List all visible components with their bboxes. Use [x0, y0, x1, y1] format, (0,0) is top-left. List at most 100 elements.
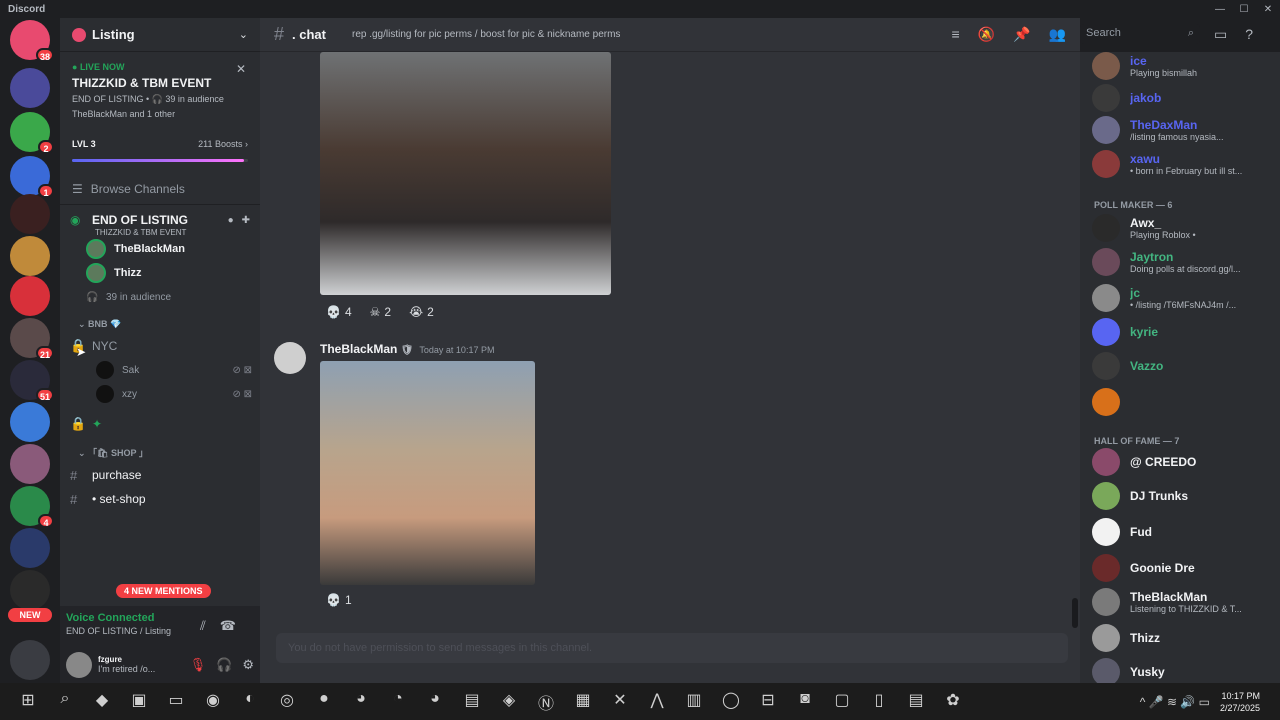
- gear-icon[interactable]: ⚙: [242, 657, 254, 673]
- taskbar-app-icon[interactable]: ◔: [386, 690, 410, 714]
- taskbar-app-icon[interactable]: ✿: [941, 690, 965, 714]
- member-list-icon[interactable]: 👥: [1049, 26, 1066, 43]
- server-icon[interactable]: 21: [10, 318, 54, 360]
- reaction[interactable]: 😭 2: [403, 303, 440, 321]
- new-mentions-badge[interactable]: 4 NEW MENTIONS: [116, 584, 211, 598]
- taskbar-app-icon[interactable]: ◆: [90, 690, 114, 714]
- server-icon[interactable]: [10, 236, 50, 276]
- taskbar-app-icon[interactable]: ⊞: [16, 690, 40, 714]
- taskbar-app-icon[interactable]: ◉: [201, 690, 225, 714]
- stage-speaker[interactable]: TheBlackMan: [86, 237, 260, 261]
- disconnect-icon[interactable]: ⫽☎: [200, 618, 250, 634]
- member-item[interactable]: TheDaxMan/listing famous nyasia...: [1092, 116, 1272, 144]
- server-icon[interactable]: 4: [10, 486, 54, 528]
- server-icon[interactable]: 38: [10, 20, 54, 62]
- chat-bubble-icon[interactable]: ●: [228, 215, 234, 226]
- taskbar-app-icon[interactable]: ◕: [349, 690, 373, 714]
- reaction[interactable]: 💀 1: [320, 591, 358, 609]
- scrollbar[interactable]: [1072, 598, 1078, 628]
- chevron-down-icon[interactable]: ⌄: [239, 28, 248, 41]
- taskbar-app-icon[interactable]: ▢: [830, 690, 854, 714]
- server-icon[interactable]: [10, 528, 50, 568]
- close-icon[interactable]: ✕: [236, 62, 246, 76]
- server-icon[interactable]: [10, 402, 50, 442]
- notification-bell-off-icon[interactable]: 🔕: [978, 26, 995, 43]
- live-event-banner[interactable]: ● LIVE NOW THIZZKID & TBM EVENT END OF L…: [60, 52, 260, 125]
- stage-speaker[interactable]: Thizz: [86, 261, 260, 285]
- member-item[interactable]: Jaytron Doing polls at discord.gg/l...: [1092, 248, 1272, 276]
- reaction[interactable]: ☠ 2: [364, 303, 397, 321]
- stage-channel[interactable]: ◉ END OF LISTING ● ✚ THIZZKID & TBM EVEN…: [60, 205, 260, 237]
- taskbar-app-icon[interactable]: ◙: [793, 690, 817, 714]
- server-icon[interactable]: [10, 194, 50, 234]
- voice-user[interactable]: Sak ⊘ ⊠: [96, 358, 260, 382]
- member-item[interactable]: Thizz: [1092, 624, 1272, 652]
- avatar[interactable]: [274, 342, 306, 374]
- member-item[interactable]: Goonie Dre: [1092, 554, 1272, 582]
- member-item[interactable]: jakob: [1092, 84, 1272, 112]
- member-item[interactable]: Vazzo: [1092, 352, 1272, 380]
- clock[interactable]: 10:17 PM 2/27/2025: [1220, 690, 1260, 714]
- taskbar-app-icon[interactable]: ▥: [682, 690, 706, 714]
- member-item[interactable]: TheBlackMan Listening to THIZZKID & T...: [1092, 588, 1272, 616]
- image-attachment[interactable]: [320, 52, 611, 295]
- taskbar-app-icon[interactable]: ▤: [460, 690, 484, 714]
- close-window-button[interactable]: ✕: [1256, 4, 1280, 15]
- taskbar-app-icon[interactable]: ▣: [127, 690, 151, 714]
- channel-set-shop[interactable]: # • set-shop: [60, 487, 260, 511]
- search-input[interactable]: Search ⌕: [1080, 24, 1200, 44]
- member-item[interactable]: [1092, 388, 1272, 416]
- member-item[interactable]: ice Playing bismillah: [1092, 52, 1272, 80]
- member-item[interactable]: @ CREEDO: [1092, 448, 1272, 476]
- taskbar-app-icon[interactable]: ◯: [719, 690, 743, 714]
- add-member-icon[interactable]: ✚: [242, 215, 250, 226]
- taskbar-app-icon[interactable]: ●: [312, 690, 336, 714]
- message-author[interactable]: TheBlackMan 🛡 Today at 10:17 PM: [320, 342, 494, 356]
- taskbar-app-icon[interactable]: ◕: [423, 690, 447, 714]
- browse-channels[interactable]: ☰ Browse Channels: [60, 170, 260, 205]
- pin-icon[interactable]: 📌: [1013, 26, 1030, 43]
- threads-icon[interactable]: ≡: [952, 26, 960, 43]
- taskbar-app-icon[interactable]: ⊟: [756, 690, 780, 714]
- reaction[interactable]: 💀 4: [320, 303, 358, 321]
- server-icon[interactable]: [10, 640, 50, 680]
- member-item[interactable]: Fud: [1092, 518, 1272, 546]
- taskbar-app-icon[interactable]: Ⓝ: [534, 690, 558, 714]
- headphones-icon[interactable]: 🎧: [216, 657, 232, 673]
- taskbar-app-icon[interactable]: ▤: [904, 690, 928, 714]
- server-icon[interactable]: 51: [10, 360, 54, 402]
- microphone-muted-icon[interactable]: 🎙: [190, 657, 207, 673]
- category-bnb[interactable]: ⌄ BNB 💎: [60, 309, 260, 334]
- minimize-button[interactable]: —: [1208, 4, 1232, 15]
- system-tray[interactable]: ^ 🎤 ≋ 🔊 ▭: [1140, 695, 1210, 709]
- message-list[interactable]: 💀 4 ☠ 2 😭 2 TheBlackMan 🛡 Today at 10:17 PM 💀 1: [260, 52, 1072, 612]
- server-header[interactable]: Listing ⌄: [60, 18, 260, 52]
- taskbar-app-icon[interactable]: ◈: [497, 690, 521, 714]
- category-shop[interactable]: ⌄ 「🛍 SHOP 」: [60, 436, 260, 463]
- taskbar-app-icon[interactable]: ⌕: [53, 690, 77, 714]
- inbox-icon[interactable]: ▭: [1214, 26, 1227, 43]
- image-attachment[interactable]: [320, 361, 535, 585]
- channel-topic[interactable]: rep .gg/listing for pic perms / boost fo…: [352, 29, 620, 40]
- taskbar-app-icon[interactable]: ▭: [164, 690, 188, 714]
- server-icon[interactable]: 2: [10, 112, 54, 154]
- member-item[interactable]: Yusky: [1092, 658, 1272, 683]
- member-item[interactable]: Awx_ Playing Roblox •: [1092, 214, 1272, 242]
- voice-channel-nyc[interactable]: 🔒 NYC: [60, 334, 260, 358]
- member-item[interactable]: jc • /listing /T6MFsNAJ4m /...: [1092, 284, 1272, 312]
- stage-audience[interactable]: 🎧 39 in audience: [86, 285, 260, 309]
- server-icon[interactable]: [10, 68, 50, 108]
- voice-user[interactable]: xzy ⊘ ⊠: [96, 382, 260, 406]
- locked-channel[interactable]: 🔒 ✦: [60, 412, 260, 436]
- server-icon[interactable]: [10, 570, 50, 610]
- member-item[interactable]: kyrie: [1092, 318, 1272, 346]
- channel-purchase[interactable]: # purchase: [60, 463, 260, 487]
- avatar[interactable]: [66, 651, 92, 678]
- taskbar-app-icon[interactable]: ▯: [867, 690, 891, 714]
- taskbar-app-icon[interactable]: ⋀: [645, 690, 669, 714]
- server-icon[interactable]: [10, 276, 50, 316]
- taskbar-app-icon[interactable]: ◎: [275, 690, 299, 714]
- member-item[interactable]: DJ Trunks: [1092, 482, 1272, 510]
- taskbar-app-icon[interactable]: ◐: [238, 690, 262, 714]
- member-item[interactable]: xawu • born in February but ill st...: [1092, 150, 1272, 178]
